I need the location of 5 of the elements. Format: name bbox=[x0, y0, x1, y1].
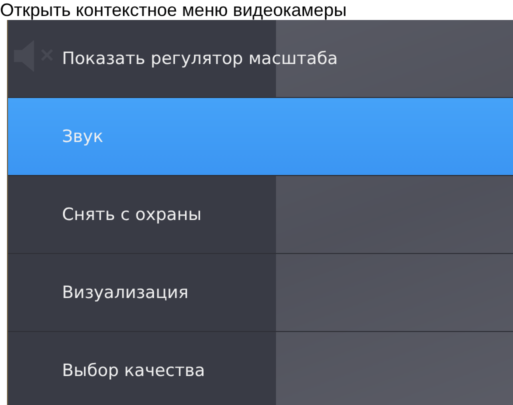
menu-item[interactable]: Показать регулятор масштаба bbox=[8, 20, 513, 98]
menu-item[interactable]: Визуализация bbox=[8, 254, 513, 332]
menu-item[interactable]: Снять с охраны bbox=[8, 176, 513, 254]
caption-text: Открыть контекстное меню видеокамеры bbox=[0, 0, 347, 20]
menu-item[interactable]: Выбор качества bbox=[8, 332, 513, 405]
